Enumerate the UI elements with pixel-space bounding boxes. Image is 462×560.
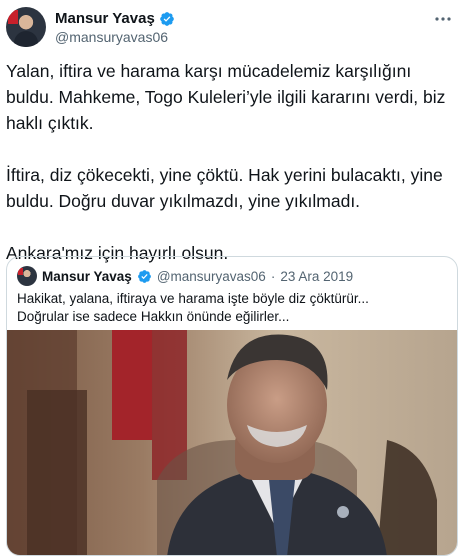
author-handle[interactable]: @mansuryavas06 — [55, 29, 168, 45]
verified-badge-icon — [159, 11, 174, 26]
quoted-tweet[interactable]: Mansur Yavaş @mansuryavas06 · 23 Ara 201… — [6, 256, 458, 556]
quoted-author-handle: @mansuryavas06 — [156, 268, 266, 284]
more-options-icon[interactable] — [432, 11, 454, 27]
author-display-name[interactable]: Mansur Yavaş — [55, 10, 155, 27]
separator-dot: · — [270, 268, 276, 284]
author-avatar[interactable] — [6, 7, 46, 47]
author-name-row: Mansur Yavaş — [55, 10, 175, 27]
tweet-text: Yalan, iftira ve harama karşı mücadelemi… — [6, 61, 446, 263]
tweet-header: Mansur Yavaş @mansuryavas06 — [6, 7, 454, 47]
quoted-tweet-header: Mansur Yavaş @mansuryavas06 · 23 Ara 201… — [17, 266, 353, 286]
quoted-author-display-name: Mansur Yavaş — [42, 268, 132, 284]
quoted-tweet-video-frame[interactable] — [7, 330, 458, 556]
quoted-tweet-text: Hakikat, yalana, iftiraya ve harama işte… — [17, 291, 369, 324]
verified-badge-icon — [137, 269, 151, 283]
quoted-author-avatar — [17, 266, 37, 286]
quoted-tweet-date[interactable]: 23 Ara 2019 — [280, 269, 353, 284]
